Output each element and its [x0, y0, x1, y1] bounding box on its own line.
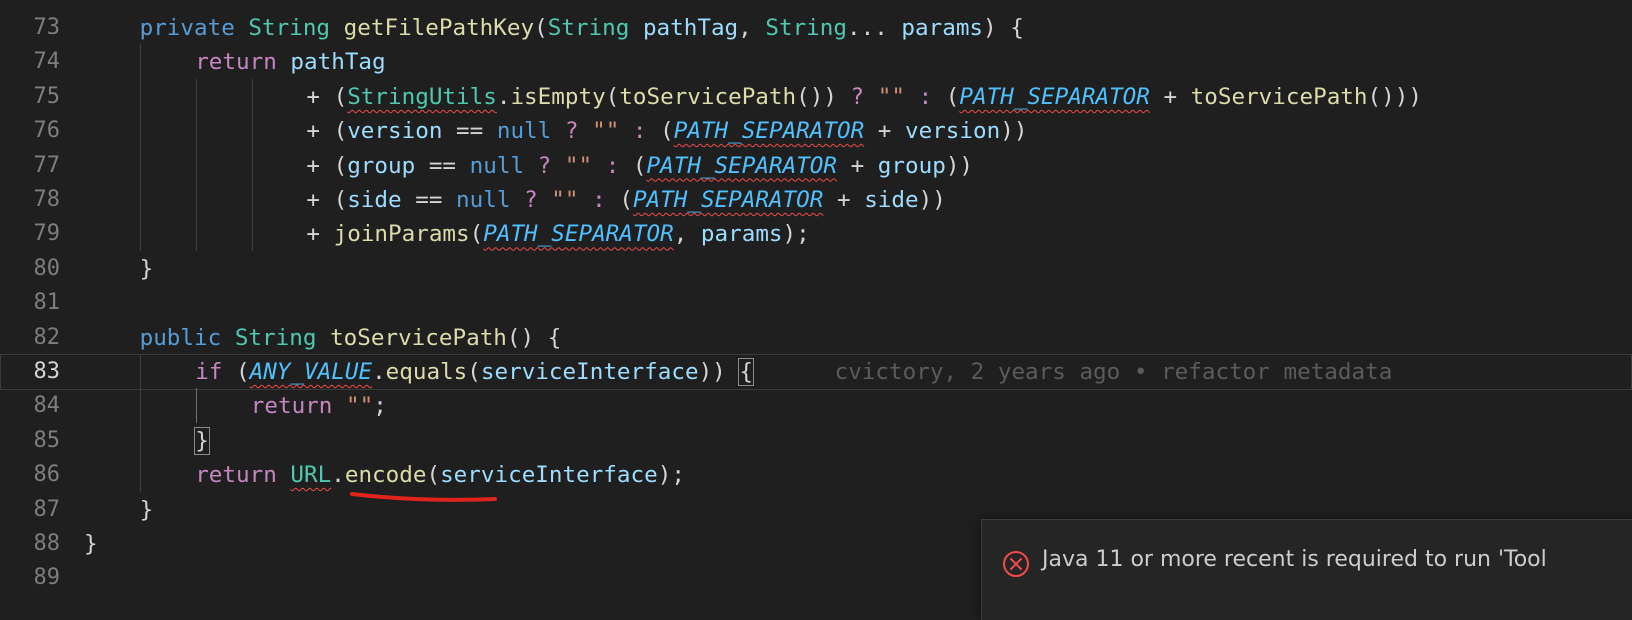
red-underline-annotation [350, 492, 497, 502]
error-notification[interactable]: Java 11 or more recent is required to ru… [981, 519, 1632, 620]
code-editor[interactable]: 73 private String getFilePathKey(String p… [0, 0, 1632, 606]
notification-message: Java 11 or more recent is required to ru… [1042, 547, 1547, 572]
error-circle-icon [1003, 551, 1029, 577]
